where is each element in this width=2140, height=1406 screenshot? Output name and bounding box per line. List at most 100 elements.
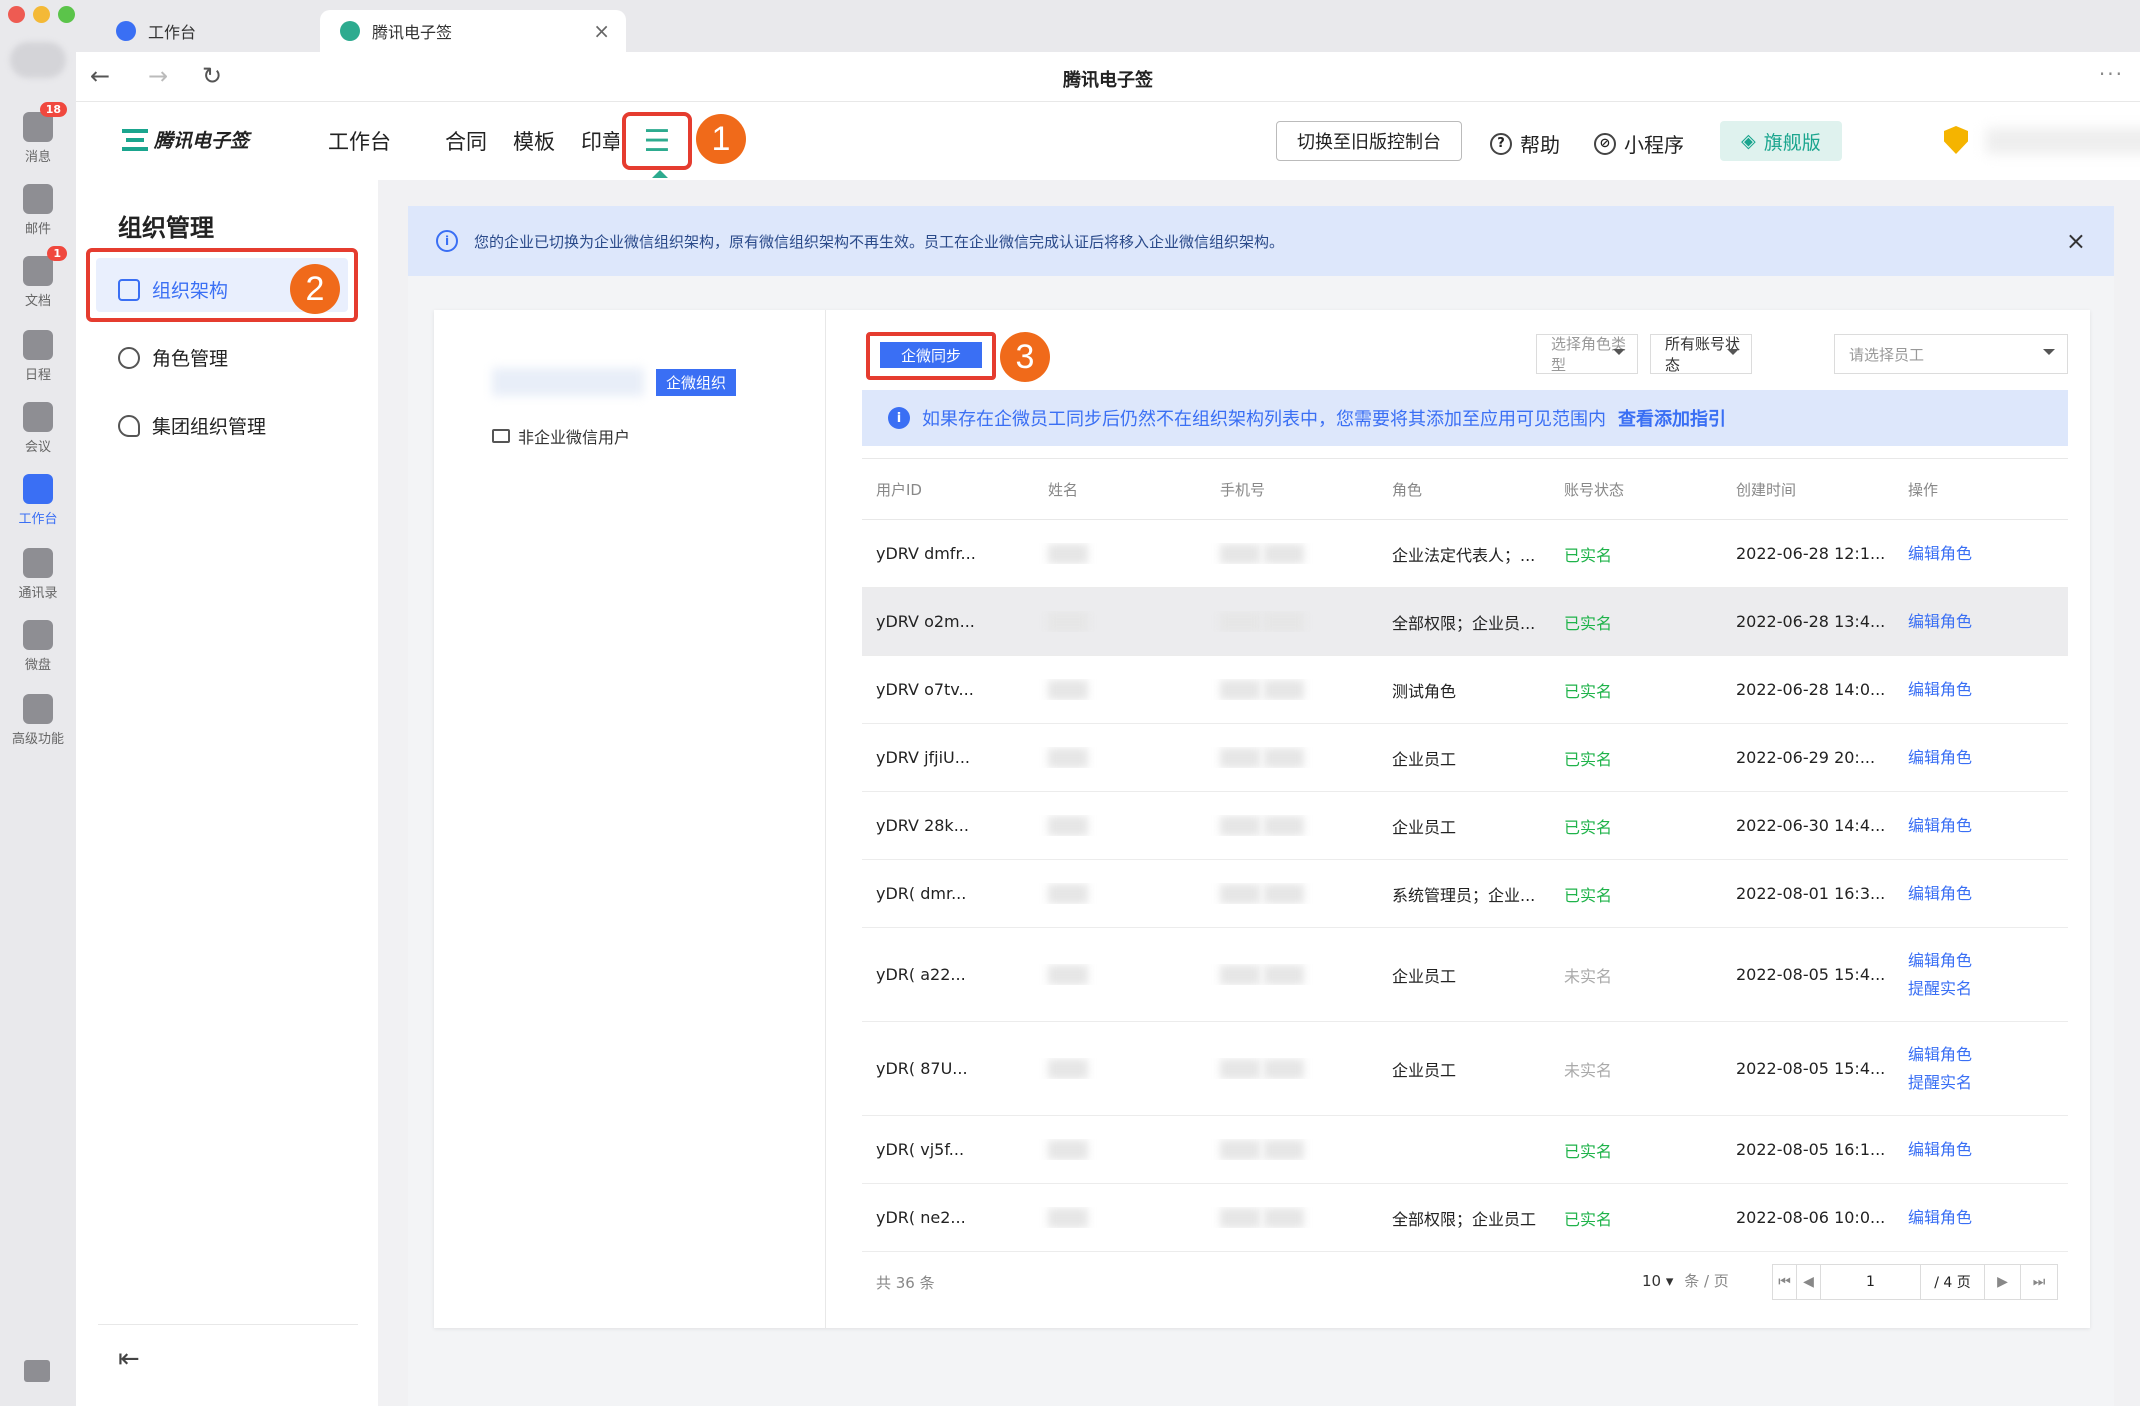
sidebar-item-role-management[interactable]: 角色管理 — [118, 344, 228, 371]
nav-contract[interactable]: 合同 — [445, 126, 487, 156]
collapse-sidebar-icon[interactable]: ⇤ — [118, 1344, 140, 1374]
help-link[interactable]: ? 帮助 — [1490, 129, 1560, 158]
tree-node-org[interactable]: 企微组织 — [492, 368, 737, 396]
avatar[interactable] — [10, 42, 66, 78]
cell-name — [1034, 1139, 1206, 1160]
tree-node-noncorp[interactable]: 非企业微信用户 — [492, 424, 630, 448]
cell-name — [1034, 543, 1206, 564]
nav-template[interactable]: 模板 — [513, 126, 555, 156]
rail-item[interactable]: 微盘 — [0, 620, 76, 673]
rail-item[interactable]: 通讯录 — [0, 548, 76, 601]
account-status-select[interactable]: 所有账号状态 — [1650, 334, 1752, 374]
first-page-icon[interactable]: ⏮ — [1773, 1265, 1797, 1299]
cell-user-id: yDRV o2m... — [876, 612, 975, 631]
cell-status: 已实名 — [1564, 749, 1613, 769]
page-input[interactable]: 1 — [1821, 1265, 1921, 1299]
wecom-sync-button[interactable]: 企微同步 — [880, 342, 982, 368]
action-link[interactable]: 编辑角色 — [1908, 812, 2068, 840]
table-row[interactable]: yDR( a22... 企业员工 未实名 2022-08-05 15:4... 编辑角色… — [862, 928, 2068, 1022]
action-link[interactable]: 提醒实名 — [1908, 975, 2068, 1003]
table-row[interactable]: yDRV dmfr... 企业法定代表人；... 已实名 2022-06-28 12:… — [862, 520, 2068, 588]
cell-phone — [1206, 1139, 1378, 1160]
next-page-icon[interactable]: ▶ — [1985, 1265, 2021, 1299]
action-link[interactable]: 编辑角色 — [1908, 608, 2068, 636]
minimize-window-button[interactable] — [33, 6, 50, 23]
menu-button[interactable]: ☰ — [622, 112, 692, 170]
rail-item[interactable]: 会议 — [0, 402, 76, 455]
chevron-down-icon: ▾ — [1665, 1272, 1674, 1290]
unread-badge: 18 — [39, 102, 67, 117]
rail-label: 通讯录 — [18, 586, 58, 601]
sidebar-item-group-org[interactable]: 集团组织管理 — [118, 412, 266, 439]
employee-select[interactable]: 请选择员工 — [1834, 334, 2068, 374]
notice-banner: i 您的企业已切换为企业微信组织架构，原有微信组织架构不再生效。员工在企业微信完… — [408, 206, 2114, 276]
table-row[interactable]: yDR( 87U... 企业员工 未实名 2022-08-05 15:4... 编辑角色… — [862, 1022, 2068, 1116]
notice-text: 您的企业已切换为企业微信组织架构，原有微信组织架构不再生效。员工在企业微信完成认… — [474, 232, 1285, 251]
last-page-icon[interactable]: ⏭ — [2021, 1265, 2057, 1299]
table-row[interactable]: yDR( ne2... 全部权限；企业员工 已实名 2022-08-06 10:0..… — [862, 1184, 2068, 1252]
close-window-button[interactable] — [8, 6, 25, 23]
rail-item[interactable]: 18 消息 — [0, 102, 76, 165]
nav-seal[interactable]: 印章 — [581, 126, 619, 156]
tab-esign[interactable]: 腾讯电子签 × — [320, 10, 626, 52]
switch-legacy-button[interactable]: 切换至旧版控制台 — [1276, 121, 1462, 161]
cell-role: 全部权限；企业员... — [1392, 613, 1536, 633]
action-link[interactable]: 提醒实名 — [1908, 1069, 2068, 1097]
page-size-select[interactable]: 10 ▾ 条 / 页 — [1642, 1270, 1729, 1291]
nav-workbench[interactable]: 工作台 — [328, 126, 391, 156]
table-row[interactable]: yDRV 28k... 企业员工 已实名 2022-06-30 14:4... 编辑角色 — [862, 792, 2068, 860]
tip-link[interactable]: 查看添加指引 — [1618, 405, 1726, 431]
cell-user-id: yDRV o7tv... — [876, 680, 974, 699]
action-link[interactable]: 编辑角色 — [1908, 676, 2068, 704]
cell-name — [1034, 883, 1206, 904]
action-link[interactable]: 编辑角色 — [1908, 540, 2068, 568]
rail-item[interactable]: 邮件 — [0, 184, 76, 237]
close-icon[interactable]: × — [593, 19, 610, 43]
cell-phone — [1206, 1058, 1378, 1079]
prev-page-icon[interactable]: ◀ — [1797, 1265, 1821, 1299]
table-row[interactable]: yDR( vj5f... 已实名 2022-08-05 16:1... 编辑角色 — [862, 1116, 2068, 1184]
rail-item[interactable]: 工作台 — [0, 466, 76, 530]
more-icon[interactable]: ··· — [2099, 62, 2124, 86]
edition-badge[interactable]: ◈ 旗舰版 — [1720, 121, 1842, 161]
miniapp-label: 小程序 — [1624, 133, 1684, 157]
action-link[interactable]: 编辑角色 — [1908, 1041, 2068, 1069]
cell-role: 企业员工 — [1392, 966, 1457, 986]
action-link[interactable]: 编辑角色 — [1908, 1136, 2068, 1164]
close-icon[interactable]: × — [2066, 227, 2086, 255]
tree-node-label: 非企业微信用户 — [518, 428, 631, 447]
shield-icon[interactable] — [1944, 126, 1968, 154]
role-type-select[interactable]: 选择角色类型 — [1536, 334, 1638, 374]
action-link[interactable]: 编辑角色 — [1908, 947, 2068, 975]
cell-role: 企业员工 — [1392, 749, 1457, 769]
info-icon: i — [436, 230, 458, 252]
cell-phone — [1206, 815, 1378, 836]
cell-created: 2022-08-01 16:3... — [1736, 884, 1886, 903]
tab-workbench[interactable]: 工作台 — [96, 10, 314, 52]
table-row[interactable]: yDRV jfjiU... 企业员工 已实名 2022-06-29 20:... 编辑角… — [862, 724, 2068, 792]
table-row[interactable]: yDRV o7tv... 测试角色 已实名 2022-06-28 14:0... 编辑角… — [862, 656, 2068, 724]
action-link[interactable]: 编辑角色 — [1908, 1204, 2068, 1232]
sidebar-item-org-structure[interactable]: 组织架构 — [118, 276, 228, 303]
action-link[interactable]: 编辑角色 — [1908, 880, 2068, 908]
rail-item[interactable]: 日程 — [0, 330, 76, 383]
user-menu[interactable] — [1986, 128, 2140, 154]
employee-placeholder: 请选择员工 — [1849, 345, 1925, 364]
col-name: 姓名 — [1048, 480, 1079, 499]
table-row[interactable]: yDRV o2m... 全部权限；企业员... 已实名 2022-06-28 13:4… — [862, 588, 2068, 656]
cell-actions: 编辑角色 提醒实名 — [1894, 947, 2068, 1003]
logo[interactable]: 腾讯电子签 — [122, 126, 249, 153]
cell-created: 2022-06-30 14:4... — [1736, 816, 1886, 835]
rail-item[interactable]: 1 文档 — [0, 246, 76, 309]
rail-item[interactable]: 高级功能 — [0, 694, 76, 747]
action-link[interactable]: 编辑角色 — [1908, 744, 2068, 772]
callout-2: 2 — [290, 264, 340, 314]
rail-icon — [23, 694, 53, 724]
col-phone: 手机号 — [1220, 480, 1266, 499]
rail-icon — [23, 548, 53, 578]
zoom-window-button[interactable] — [58, 6, 75, 23]
miniapp-link[interactable]: ⊘ 小程序 — [1594, 129, 1684, 158]
stats-icon[interactable] — [24, 1360, 50, 1382]
chevron-down-icon — [2043, 349, 2055, 361]
table-row[interactable]: yDR( dmr... 系统管理员；企业... 已实名 2022-08-01 16:3… — [862, 860, 2068, 928]
